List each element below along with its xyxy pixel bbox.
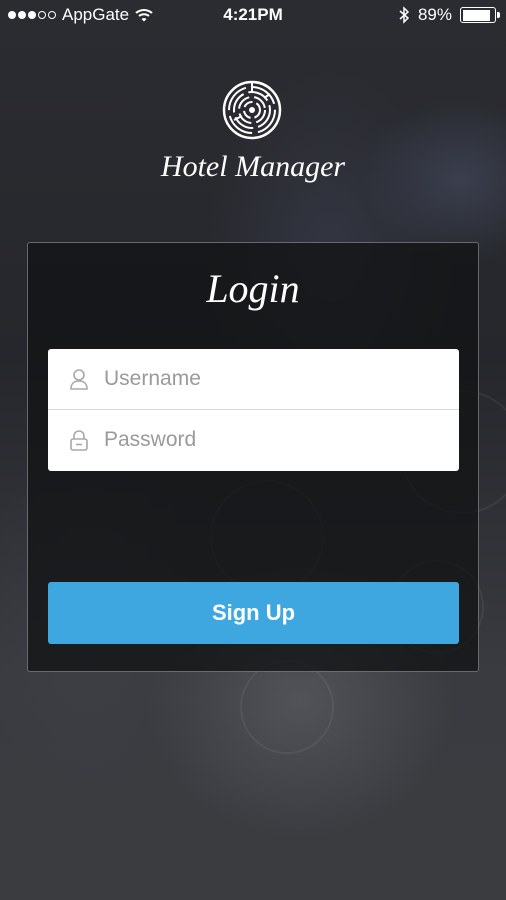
app-title: Hotel Manager [160, 150, 346, 183]
username-input[interactable] [102, 366, 459, 392]
login-title: Login [206, 266, 300, 311]
status-bar: AppGate 4:21PM 89% [0, 0, 506, 32]
battery-percent: 89% [417, 5, 452, 24]
lock-icon [70, 430, 88, 451]
username-field-row [48, 349, 459, 410]
password-input[interactable] [102, 427, 459, 453]
login-panel: Login Sign Up [27, 242, 479, 672]
battery-icon [460, 7, 500, 23]
login-form [48, 349, 459, 471]
sign-up-button[interactable]: Sign Up [48, 582, 459, 644]
user-icon [70, 369, 88, 390]
bluetooth-icon [399, 6, 410, 24]
maze-circle-icon [222, 80, 282, 140]
password-field-row [48, 410, 459, 470]
